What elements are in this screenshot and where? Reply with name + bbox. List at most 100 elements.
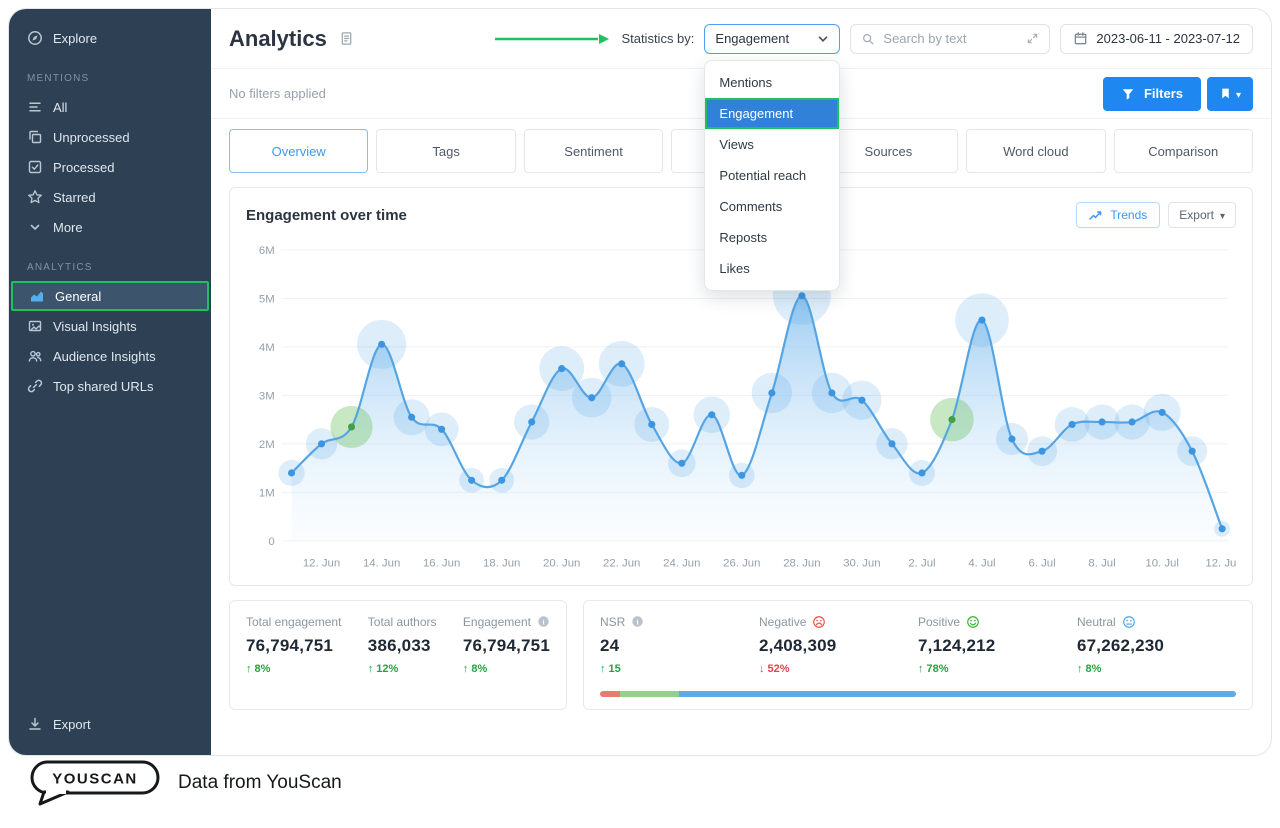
engagement-stats-card: Total engagement 76,794,751 8% Total aut… <box>229 599 567 710</box>
sidebar-item-unprocessed[interactable]: Unprocessed <box>9 122 211 152</box>
sidebar-item-label: Explore <box>53 30 98 46</box>
sidebar-item-label: Export <box>53 716 91 732</box>
arrow-up-icon <box>1077 663 1083 675</box>
filters-button-label: Filters <box>1143 86 1183 101</box>
bookmark-icon <box>1219 87 1232 100</box>
expand-icon[interactable] <box>1026 32 1039 45</box>
check-square-icon <box>27 159 43 175</box>
neutral-face-icon <box>1122 615 1136 629</box>
tab-comparison[interactable]: Comparison <box>1113 129 1253 173</box>
stat-label: Neutral <box>1077 614 1116 629</box>
image-icon <box>27 318 43 334</box>
tab-label: Overview <box>271 143 326 159</box>
svg-text:26. Jun: 26. Jun <box>723 558 760 570</box>
dropdown-item-views[interactable]: Views <box>705 129 839 160</box>
svg-text:5M: 5M <box>259 293 275 305</box>
stat-label: Total engagement <box>246 614 342 629</box>
sidebar: Explore MENTIONS All Unprocessed Process… <box>9 9 211 755</box>
svg-text:0: 0 <box>268 536 274 548</box>
sentiment-bar-positive <box>619 690 679 697</box>
svg-text:16. Jun: 16. Jun <box>423 558 460 570</box>
stat-delta: 8% <box>1085 662 1102 675</box>
svg-text:3M: 3M <box>259 390 275 402</box>
copy-icon <box>27 129 43 145</box>
chart-export-label: Export <box>1179 208 1214 222</box>
dropdown-item-reposts[interactable]: Reposts <box>705 222 839 253</box>
search-input[interactable] <box>883 31 1019 46</box>
chart-export-button[interactable]: Export <box>1168 202 1236 228</box>
sidebar-item-top-shared-urls[interactable]: Top shared URLs <box>9 371 211 401</box>
report-icon[interactable] <box>339 31 354 46</box>
statistics-select-value: Engagement <box>715 31 790 46</box>
svg-text:12. Jul: 12. Jul <box>1205 558 1236 570</box>
tab-sentiment[interactable]: Sentiment <box>523 129 664 173</box>
sidebar-item-more[interactable]: More <box>9 212 211 242</box>
arrow-up-icon <box>246 663 252 675</box>
sidebar-item-label: Unprocessed <box>53 129 130 145</box>
list-icon <box>27 99 43 115</box>
users-icon <box>27 348 43 364</box>
sidebar-item-label: Top shared URLs <box>53 378 154 394</box>
sidebar-item-export[interactable]: Export <box>9 709 211 739</box>
dropdown-item-engagement[interactable]: Engagement <box>705 97 840 129</box>
bookmark-button[interactable] <box>1207 76 1253 111</box>
chevron-down-icon <box>27 219 43 235</box>
sidebar-item-starred[interactable]: Starred <box>9 182 211 212</box>
main-content: Analytics Statistics by: Engagement Ment… <box>211 9 1271 755</box>
tab-overview[interactable]: Overview <box>229 129 369 173</box>
trend-line-icon <box>1089 210 1103 221</box>
info-icon[interactable]: i <box>631 615 644 628</box>
tab-tags[interactable]: Tags <box>376 129 516 173</box>
sidebar-item-visual-insights[interactable]: Visual Insights <box>9 311 211 341</box>
dropdown-item-likes[interactable]: Likes <box>705 253 839 284</box>
tab-label: Word cloud <box>1003 143 1069 159</box>
sidebar-item-processed[interactable]: Processed <box>9 152 211 182</box>
tab-label: Tags <box>432 143 460 159</box>
search-icon <box>861 32 875 46</box>
sidebar-item-explore[interactable]: Explore <box>9 23 211 53</box>
sidebar-section-mentions: MENTIONS <box>27 73 90 84</box>
filters-button[interactable]: Filters <box>1102 76 1201 111</box>
sidebar-item-all[interactable]: All <box>9 92 211 122</box>
date-range-picker[interactable]: 2023-06-11 - 2023-07-12 <box>1060 23 1253 54</box>
sidebar-item-audience-insights[interactable]: Audience Insights <box>9 341 211 371</box>
dropdown-item-potential-reach[interactable]: Potential reach <box>705 160 839 191</box>
page-title: Analytics <box>229 25 327 51</box>
sentiment-bar-negative <box>600 690 620 697</box>
sentiment-stats-card: NSR i 24 15 Negative 2,408,309 52% <box>583 599 1253 710</box>
tab-word-cloud[interactable]: Word cloud <box>966 129 1106 173</box>
area-chart-icon <box>29 288 45 304</box>
trends-button[interactable]: Trends <box>1076 202 1161 228</box>
svg-text:18. Jun: 18. Jun <box>483 558 520 570</box>
stat-delta: 8% <box>254 662 271 675</box>
filter-status: No filters applied <box>229 86 326 101</box>
statistics-select[interactable]: Engagement <box>704 23 841 54</box>
statistics-by-label: Statistics by: <box>621 31 695 46</box>
arrow-up-icon <box>463 663 469 675</box>
dropdown-item-mentions[interactable]: Mentions <box>705 67 839 98</box>
stat-label: Positive <box>918 614 961 629</box>
svg-text:2. Jul: 2. Jul <box>908 558 935 570</box>
stat-delta: 12% <box>376 662 399 675</box>
stat-engagement: Engagement i 76,794,751 8% <box>463 615 550 697</box>
svg-text:8. Jul: 8. Jul <box>1088 558 1115 570</box>
download-icon <box>27 716 43 732</box>
sidebar-item-label: General <box>55 288 102 304</box>
stat-value: 76,794,751 <box>462 635 550 655</box>
sad-face-icon <box>812 615 826 629</box>
calendar-icon <box>1073 31 1088 46</box>
svg-text:22. Jun: 22. Jun <box>603 558 640 570</box>
stat-label: Total authors <box>367 614 437 629</box>
footer-caption: Data from YouScan <box>178 772 342 793</box>
stat-value: 76,794,751 <box>246 635 334 655</box>
stat-delta: 15 <box>608 662 621 675</box>
link-icon <box>27 378 43 394</box>
svg-text:1M: 1M <box>259 487 275 499</box>
sidebar-item-label: Starred <box>53 189 96 205</box>
dropdown-item-comments[interactable]: Comments <box>705 191 839 222</box>
date-range-value: 2023-06-11 - 2023-07-12 <box>1096 31 1240 46</box>
info-icon[interactable]: i <box>537 615 550 628</box>
sidebar-item-general[interactable]: General <box>11 281 209 311</box>
sidebar-item-label: More <box>53 219 83 235</box>
svg-text:28. Jun: 28. Jun <box>783 558 820 570</box>
